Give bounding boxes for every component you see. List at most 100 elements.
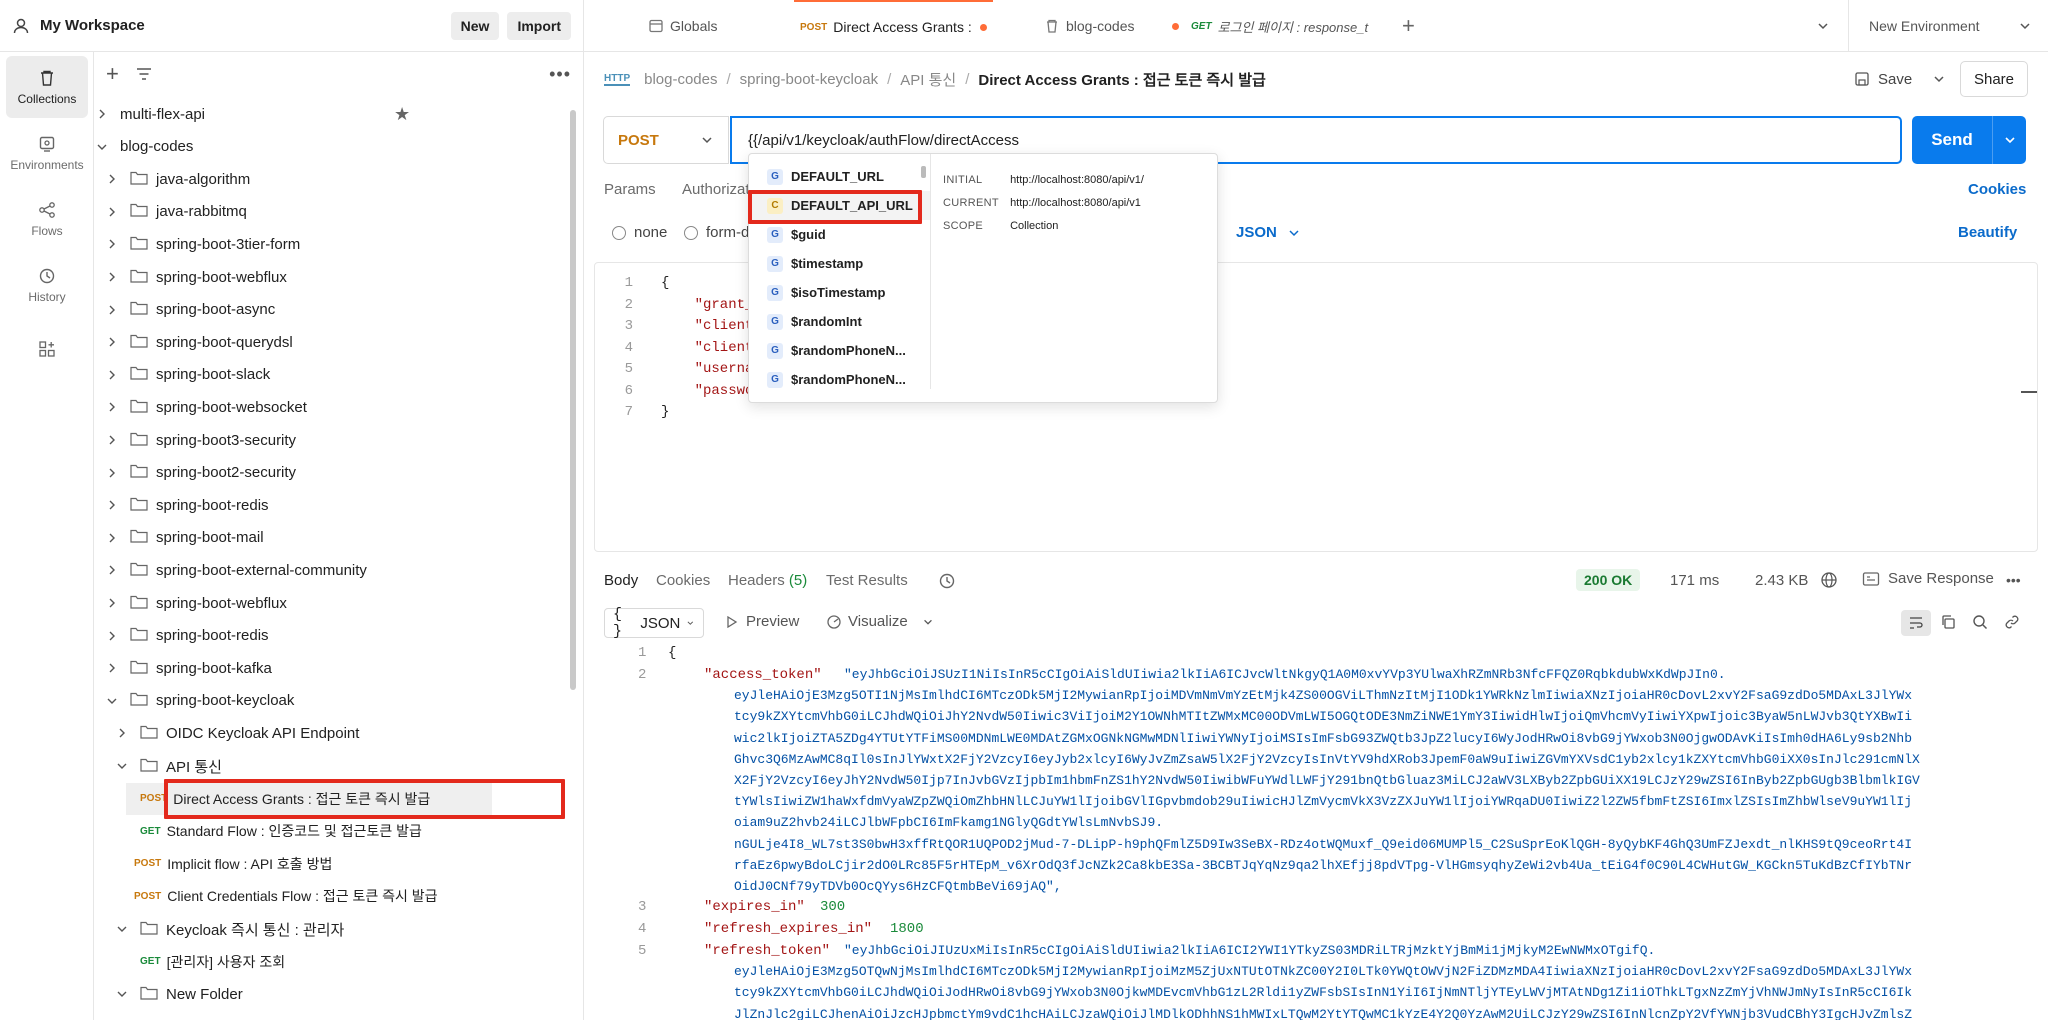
tabs-dropdown-icon[interactable] xyxy=(1816,0,1830,52)
new-button[interactable]: New xyxy=(450,11,500,40)
rail-collections[interactable]: Collections xyxy=(6,56,88,118)
folder-item[interactable]: spring-boot-websocket xyxy=(94,391,574,423)
folder-item[interactable]: spring-boot2-security xyxy=(94,457,574,489)
chevron-right-icon[interactable] xyxy=(104,334,120,350)
request-item[interactable]: GET Standard Flow : 인증코드 및 접근토큰 발급 xyxy=(94,815,574,847)
folder-item[interactable]: OIDC Keycloak API Endpoint xyxy=(94,717,574,749)
chevron-right-icon[interactable] xyxy=(104,497,120,513)
method-select[interactable]: POST xyxy=(603,116,729,164)
folder-item[interactable]: spring-boot-redis xyxy=(94,620,574,652)
save-button[interactable]: Save xyxy=(1854,64,1946,94)
cookies-link[interactable]: Cookies xyxy=(1968,181,2026,198)
folder-item[interactable]: spring-boot-webflux xyxy=(94,261,574,293)
send-button[interactable]: Send xyxy=(1912,116,2026,164)
chevron-down-icon[interactable] xyxy=(104,693,120,709)
response-tab-headers[interactable]: Headers (5) xyxy=(728,572,807,589)
request-item[interactable]: POST Implicit flow : API 호출 방법 xyxy=(94,848,574,880)
folder-item[interactable]: spring-boot-external-community xyxy=(94,554,574,586)
chevron-right-icon[interactable] xyxy=(104,628,120,644)
wrap-lines-icon[interactable] xyxy=(1901,610,1931,636)
visualize-button[interactable]: Visualize xyxy=(826,613,934,630)
chevron-right-icon[interactable] xyxy=(104,269,120,285)
response-tab-tests[interactable]: Test Results xyxy=(826,572,908,589)
link-icon[interactable] xyxy=(2004,614,2020,630)
share-button[interactable]: Share xyxy=(1960,61,2028,97)
tab-login-page[interactable]: GET 로그인 페이지 : response_t xyxy=(1172,0,1368,52)
request-item[interactable]: POST Client Credentials Flow : 접근 토큰 즉시 발… xyxy=(94,880,574,912)
chevron-down-icon[interactable] xyxy=(114,758,130,774)
chevron-down-icon[interactable] xyxy=(2003,133,2017,147)
chevron-right-icon[interactable] xyxy=(104,367,120,383)
autocomplete-item[interactable]: G $guid xyxy=(749,220,930,249)
chevron-right-icon[interactable] xyxy=(104,660,120,676)
sidebar-search-input[interactable] xyxy=(163,60,535,88)
tab-globals[interactable]: Globals xyxy=(648,0,717,52)
folder-item[interactable]: API 통신 xyxy=(94,750,574,782)
save-response-button[interactable]: Save Response xyxy=(1862,570,1994,587)
breadcrumb-item[interactable]: API 통신 xyxy=(900,69,956,90)
chevron-right-icon[interactable] xyxy=(104,465,120,481)
folder-item[interactable]: spring-boot3-security xyxy=(94,424,574,456)
sidebar-scrollbar[interactable] xyxy=(570,110,576,690)
chevron-right-icon[interactable] xyxy=(94,106,110,122)
folder-item[interactable]: spring-boot-webflux xyxy=(94,587,574,619)
body-mode-none[interactable]: none xyxy=(612,224,667,241)
rail-flows[interactable]: Flows xyxy=(6,188,88,250)
body-format-select[interactable]: JSON xyxy=(1236,224,1301,241)
chevron-right-icon[interactable] xyxy=(104,432,120,448)
search-icon[interactable] xyxy=(1972,614,1988,630)
tab-params[interactable]: Params xyxy=(604,181,656,198)
chevron-down-icon[interactable] xyxy=(114,986,130,1002)
beautify-link[interactable]: Beautify xyxy=(1958,224,2017,241)
autocomplete-item[interactable]: G $timestamp xyxy=(749,249,930,278)
response-body-viewer[interactable]: 1 { 2 "access_token" "eyJhbGciOiJSUzI1Ni… xyxy=(594,645,2038,1020)
breadcrumb-item[interactable]: spring-boot-keycloak xyxy=(740,71,878,88)
new-tab-button[interactable]: + xyxy=(1402,0,1415,52)
response-tab-body[interactable]: Body xyxy=(604,572,638,589)
folder-item[interactable]: java-rabbitmq xyxy=(94,196,574,228)
collection-item[interactable]: blog-codes xyxy=(94,131,574,163)
folder-item[interactable]: spring-boot-querydsl xyxy=(94,326,574,358)
collection-item[interactable]: multi-flex-api ★ xyxy=(94,98,574,130)
chevron-right-icon[interactable] xyxy=(104,204,120,220)
autocomplete-item[interactable]: G $randomPhoneN... xyxy=(749,336,930,365)
request-item[interactable]: GET [관리자] 사용자 조회 xyxy=(94,946,574,978)
folder-item[interactable]: spring-boot-redis xyxy=(94,489,574,521)
chevron-right-icon[interactable] xyxy=(104,562,120,578)
autocomplete-item[interactable]: G DEFAULT_URL xyxy=(749,162,930,191)
star-icon[interactable]: ★ xyxy=(394,104,410,125)
autocomplete-scrollbar[interactable] xyxy=(921,166,926,178)
filter-icon[interactable] xyxy=(135,65,153,83)
folder-item[interactable]: spring-boot-async xyxy=(94,294,574,326)
more-options-icon[interactable]: ••• xyxy=(549,64,571,85)
chevron-right-icon[interactable] xyxy=(114,725,130,741)
chevron-right-icon[interactable] xyxy=(104,399,120,415)
chevron-right-icon[interactable] xyxy=(104,236,120,252)
tab-authorization[interactable]: Authorizat xyxy=(682,181,750,198)
folder-item[interactable]: spring-boot-kafka xyxy=(94,652,574,684)
environment-selector[interactable]: New Environment xyxy=(1848,0,2048,52)
preview-button[interactable]: Preview xyxy=(726,613,799,630)
plus-icon[interactable]: + xyxy=(106,61,119,87)
chevron-down-icon[interactable] xyxy=(94,139,110,155)
history-icon[interactable] xyxy=(938,572,956,590)
chevron-right-icon[interactable] xyxy=(104,595,120,611)
folder-item[interactable]: spring-boot-slack xyxy=(94,359,574,391)
autocomplete-item[interactable]: G $isoTimestamp xyxy=(749,278,930,307)
breadcrumb-item[interactable]: blog-codes xyxy=(644,71,717,88)
more-options-icon[interactable]: ••• xyxy=(2006,572,2021,588)
autocomplete-item[interactable]: G $randomInt xyxy=(749,307,930,336)
chevron-right-icon[interactable] xyxy=(104,302,120,318)
response-format-select[interactable]: { } JSON xyxy=(604,606,704,640)
rail-add-apps[interactable] xyxy=(6,320,88,382)
folder-item[interactable]: java-algorithm xyxy=(94,163,574,195)
rail-environments[interactable]: Environments xyxy=(6,122,88,184)
folder-item[interactable]: Keycloak 즉시 통신 : 관리자 xyxy=(94,913,574,945)
response-tab-cookies[interactable]: Cookies xyxy=(656,572,710,589)
import-button[interactable]: Import xyxy=(507,11,571,40)
folder-item[interactable]: spring-boot-mail xyxy=(94,522,574,554)
globe-icon[interactable] xyxy=(1820,571,1838,589)
tab-direct-access[interactable]: POST Direct Access Grants : xyxy=(794,0,993,52)
chevron-down-icon[interactable] xyxy=(1932,72,1946,86)
folder-item[interactable]: New Folder xyxy=(94,978,574,1010)
